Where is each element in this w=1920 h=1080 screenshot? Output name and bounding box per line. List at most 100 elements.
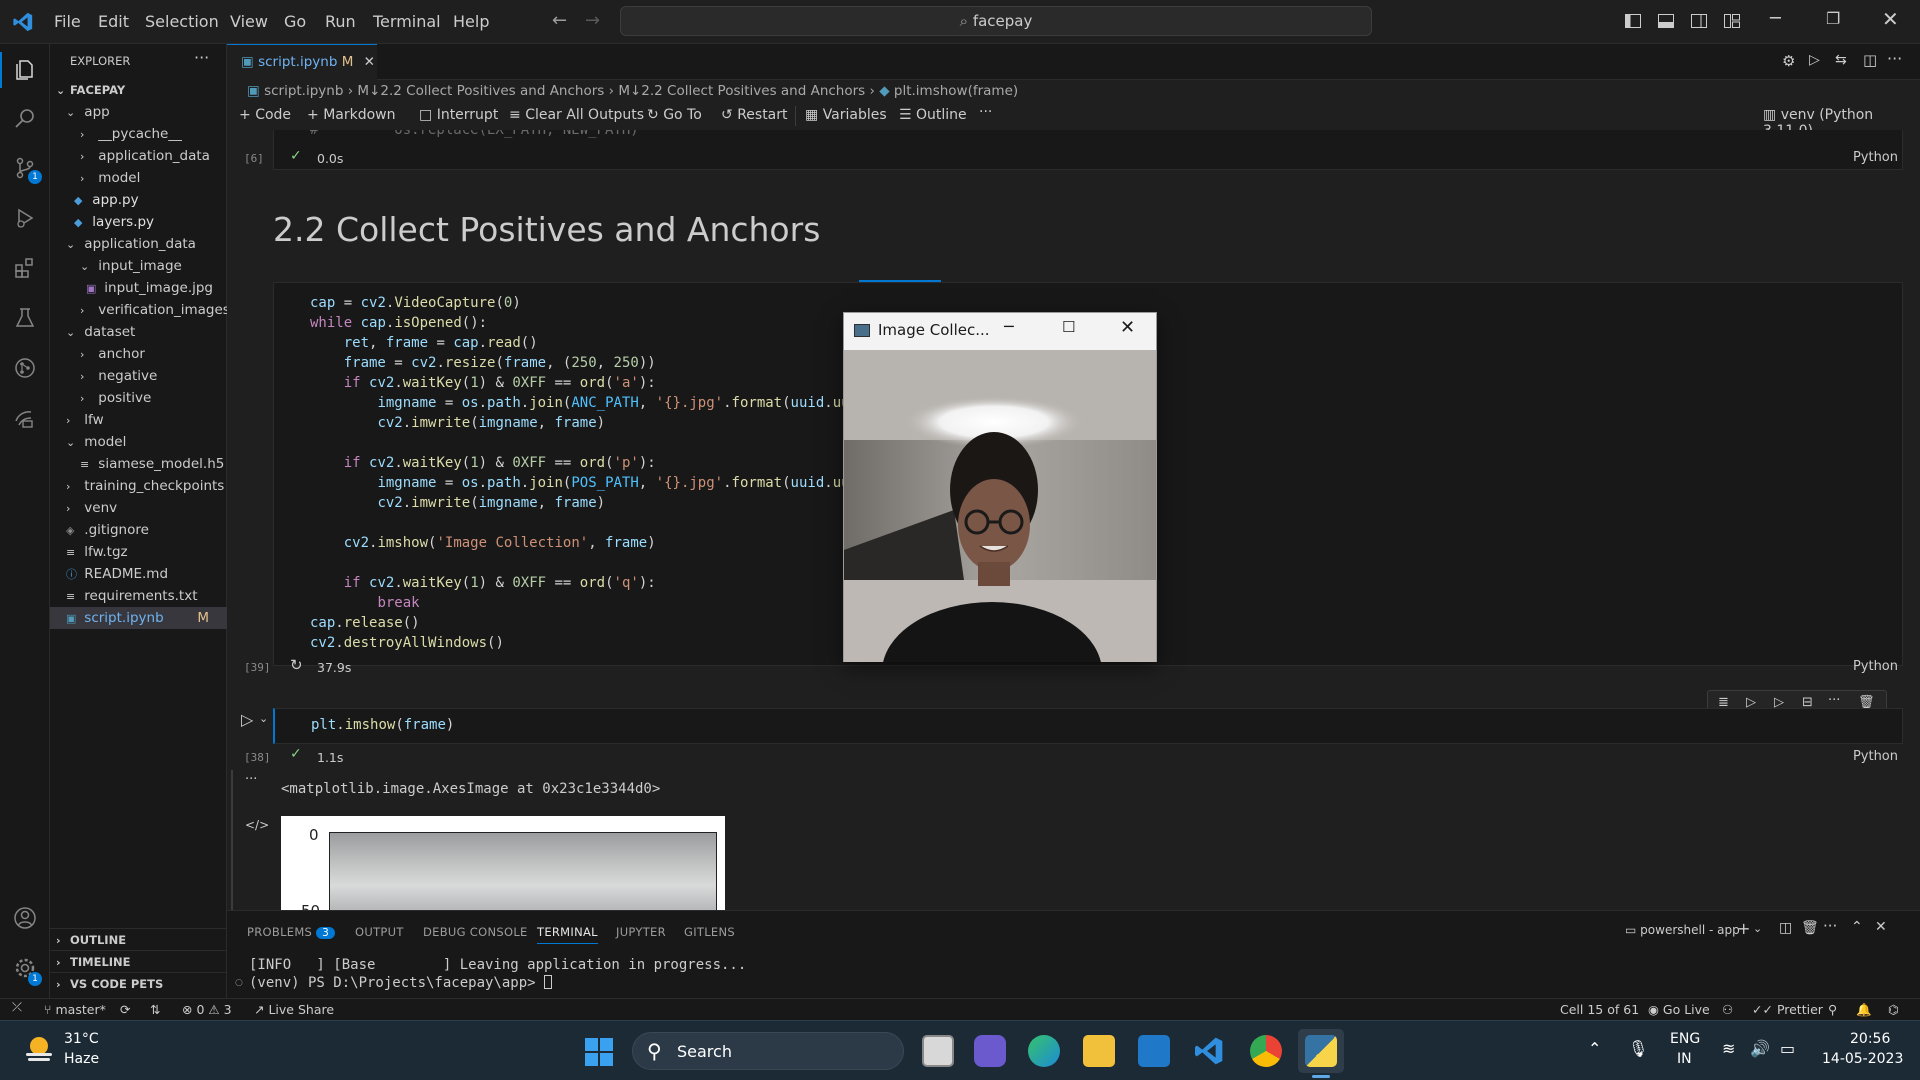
breadcrumb-heading-1[interactable]: M↓2.2 Collect Positives and Anchors xyxy=(357,83,604,99)
taskbar-search[interactable]: ⚲ Search xyxy=(632,1032,904,1070)
cell-indicator[interactable]: Cell 15 of 61 xyxy=(1560,1002,1639,1017)
microphone-icon[interactable]: 🎙 xyxy=(1628,1039,1648,1058)
toggle-panel-icon[interactable] xyxy=(1657,12,1675,30)
terminal-line-2[interactable]: (venv) PS D:\Projects\facepay\app> xyxy=(249,975,553,991)
run-cell-icon[interactable]: ▷ xyxy=(241,710,253,729)
tree-item[interactable]: ◆ app.py xyxy=(50,189,227,211)
previous-cell[interactable]: #·········os.replace(EX_PATH, NEW_PATH) xyxy=(273,130,1903,170)
clock-date[interactable]: 14-05-2023 xyxy=(1822,1051,1903,1067)
tab-jupyter[interactable]: JUPYTER xyxy=(616,925,666,939)
workspace-root[interactable]: ⌄ FACEPAY xyxy=(50,79,227,101)
tab-gitlens[interactable]: GITLENS xyxy=(684,925,735,939)
terminal-dropdown-icon[interactable]: ⌄ xyxy=(1753,922,1762,935)
problems-indicator[interactable]: ⊗ 0 ⚠ 3 xyxy=(182,1002,232,1017)
more-actions-icon[interactable]: ··· xyxy=(194,48,209,67)
search-sidebar-icon[interactable] xyxy=(13,106,37,130)
add-code-button[interactable]: + Code xyxy=(239,107,291,123)
tree-item[interactable]: ⌄ dataset xyxy=(50,321,227,343)
terminal-selector[interactable]: ▭ powershell - app xyxy=(1625,923,1740,937)
customize-layout-icon[interactable] xyxy=(1723,12,1741,30)
interrupt-button[interactable]: □ Interrupt xyxy=(419,107,498,123)
tree-item[interactable]: ⌄ app xyxy=(50,101,227,123)
battery-icon[interactable]: ▭ xyxy=(1780,1039,1795,1058)
sync-icon[interactable]: ⟳ xyxy=(120,1002,130,1017)
more-toolbar-icon[interactable]: ··· xyxy=(979,104,992,120)
accounts-icon[interactable] xyxy=(13,906,37,930)
panel-more-icon[interactable]: ··· xyxy=(1823,917,1837,935)
task-view-icon[interactable] xyxy=(922,1035,954,1067)
gitlens-icon[interactable] xyxy=(13,356,37,380)
tree-item[interactable]: ◈ .gitignore xyxy=(50,519,227,541)
file-explorer-icon[interactable] xyxy=(1083,1035,1115,1067)
windows-start-icon[interactable] xyxy=(584,1037,614,1067)
goto-button[interactable]: ↻ Go To xyxy=(647,107,702,123)
edge-browser-icon[interactable] xyxy=(1028,1035,1060,1067)
testing-icon[interactable] xyxy=(13,306,37,330)
plot-cell-language[interactable]: Python xyxy=(1853,749,1898,764)
tree-item[interactable]: ▣ script.ipynb M xyxy=(50,607,227,629)
add-markdown-button[interactable]: + Markdown xyxy=(307,107,395,123)
toggle-primary-sidebar-icon[interactable] xyxy=(1624,12,1642,30)
new-terminal-icon[interactable]: + xyxy=(1737,919,1750,938)
outline-button[interactable]: ☰ Outline xyxy=(899,107,967,123)
myhp-icon[interactable] xyxy=(1138,1035,1170,1067)
account-status-icon[interactable]: ⚲ xyxy=(1828,1002,1837,1017)
tree-item[interactable]: › application_data xyxy=(50,145,227,167)
chrome-icon[interactable] xyxy=(1250,1035,1282,1067)
run-options-chevron-icon[interactable]: ⌄ xyxy=(259,712,268,725)
breadcrumb-cell[interactable]: plt.imshow(frame) xyxy=(894,83,1018,99)
more-editor-actions-icon[interactable]: ··· xyxy=(1887,49,1902,68)
forward-arrow-icon[interactable]: → xyxy=(585,10,600,31)
menu-view[interactable]: View xyxy=(230,12,268,31)
tab-script-ipynb[interactable]: ▣ script.ipynb M ✕ xyxy=(227,44,377,80)
publish-icon[interactable]: ⇅ xyxy=(150,1002,160,1017)
main-cell-language[interactable]: Python xyxy=(1853,659,1898,674)
copilot-icon[interactable]: ⌬ xyxy=(1888,1002,1899,1017)
go-live-button[interactable]: ◉ Go Live xyxy=(1648,1002,1710,1017)
menu-terminal[interactable]: Terminal xyxy=(373,12,441,31)
tree-item[interactable]: › negative xyxy=(50,365,227,387)
tree-item[interactable]: ≡ lfw.tgz xyxy=(50,541,227,563)
tree-item[interactable]: ⓘ README.md xyxy=(50,563,227,585)
maximize-icon[interactable]: ☐ xyxy=(1062,318,1075,336)
restart-button[interactable]: ↺ Restart xyxy=(721,107,788,123)
remote-explorer-icon[interactable] xyxy=(13,406,37,430)
section-outline[interactable]: › OUTLINE xyxy=(50,928,227,950)
tab-problems[interactable]: PROBLEMS 3 xyxy=(247,925,336,939)
menu-go[interactable]: Go xyxy=(284,12,306,31)
weather-widget[interactable] xyxy=(22,1033,56,1067)
run-notebook-icon[interactable]: ▷ xyxy=(1809,52,1820,68)
tree-item[interactable]: ◆ layers.py xyxy=(50,211,227,233)
tree-item[interactable]: › model xyxy=(50,167,227,189)
language-region[interactable]: IN xyxy=(1677,1051,1692,1067)
split-terminal-icon[interactable]: ◫ xyxy=(1779,920,1792,936)
back-arrow-icon[interactable]: ← xyxy=(552,10,567,31)
show-hidden-icons-icon[interactable]: ⌃ xyxy=(1588,1039,1601,1058)
wifi-icon[interactable]: ≋ xyxy=(1722,1039,1735,1058)
restore-icon[interactable]: ❐ xyxy=(1826,9,1840,28)
menu-run[interactable]: Run xyxy=(325,12,356,31)
volume-icon[interactable]: 🔊 xyxy=(1750,1039,1770,1058)
tree-item[interactable]: › anchor xyxy=(50,343,227,365)
teams-chat-icon[interactable] xyxy=(974,1035,1006,1067)
tree-item[interactable]: ⌄ application_data xyxy=(50,233,227,255)
tree-item[interactable]: ⌄ model xyxy=(50,431,227,453)
kill-terminal-icon[interactable]: 🗑 xyxy=(1801,920,1819,936)
tree-item[interactable]: › positive xyxy=(50,387,227,409)
command-center-search[interactable]: ⌕ facepay xyxy=(620,6,1372,36)
explorer-icon[interactable] xyxy=(13,58,37,82)
feedback-icon[interactable]: ⚇ xyxy=(1722,1002,1733,1017)
breadcrumb-heading-2[interactable]: M↓2.2 Collect Positives and Anchors xyxy=(618,83,865,99)
branch-indicator[interactable]: ⑂ master* xyxy=(44,1002,106,1017)
close-panel-icon[interactable]: ✕ xyxy=(1875,919,1887,935)
run-debug-icon[interactable] xyxy=(13,206,37,230)
tree-item[interactable]: ⌄ input_image xyxy=(50,255,227,277)
notifications-icon[interactable]: 🔔 xyxy=(1856,1002,1872,1018)
breadcrumb-file[interactable]: script.ipynb xyxy=(264,83,343,99)
tree-item[interactable]: › __pycache__ xyxy=(50,123,227,145)
tree-item[interactable]: › lfw xyxy=(50,409,227,431)
minimize-icon[interactable]: ─ xyxy=(1770,8,1781,29)
menu-edit[interactable]: Edit xyxy=(98,12,129,31)
tree-item[interactable]: › venv xyxy=(50,497,227,519)
extensions-icon[interactable] xyxy=(13,256,37,280)
